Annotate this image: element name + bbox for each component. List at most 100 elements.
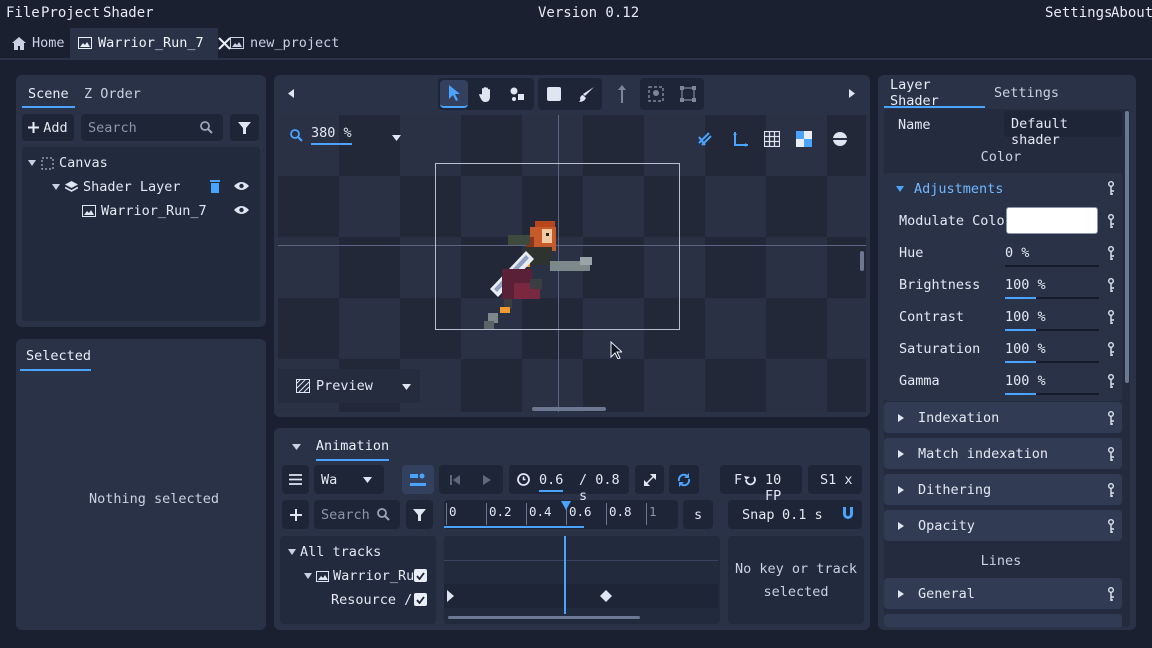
- gamma-slider[interactable]: [1005, 393, 1099, 395]
- brightness-value[interactable]: 100 %: [1005, 277, 1046, 293]
- section-dithering[interactable]: Dithering: [884, 474, 1122, 505]
- filter-button[interactable]: [230, 114, 259, 141]
- vertical-scrollbar[interactable]: [860, 251, 864, 271]
- tab-zorder[interactable]: Z Order: [78, 81, 147, 107]
- track-warrior-checkbox[interactable]: [414, 569, 427, 582]
- adjustments-header[interactable]: Adjustments: [896, 181, 1003, 197]
- gamma-value[interactable]: 100 %: [1005, 373, 1046, 389]
- background-icon[interactable]: [832, 131, 848, 147]
- menu-about[interactable]: About: [1111, 5, 1152, 21]
- checkerboard-icon[interactable]: [796, 131, 812, 147]
- brush-tool-button[interactable]: [572, 80, 600, 108]
- contrast-slider[interactable]: [1005, 329, 1099, 331]
- collapse-icon[interactable]: [292, 444, 301, 450]
- tab-scene[interactable]: Scene: [22, 81, 75, 108]
- speed-field[interactable]: S1 x: [808, 465, 862, 494]
- tree-item-shader-layer[interactable]: Shader Layer: [52, 179, 181, 195]
- horizontal-scrollbar[interactable]: [532, 407, 606, 411]
- tree-item-warrior[interactable]: Warrior_Run_7: [82, 203, 207, 219]
- select-tool-button[interactable]: [440, 80, 468, 108]
- keyframe-key-icon[interactable]: [1108, 483, 1114, 497]
- chevron-down-icon[interactable]: [402, 384, 411, 390]
- section-next-cutoff[interactable]: [884, 614, 1122, 627]
- keyframe-key-icon[interactable]: [1108, 374, 1114, 388]
- section-indexation[interactable]: Indexation: [884, 402, 1122, 433]
- onion-skin-icon[interactable]: [697, 131, 713, 147]
- track-keyframes[interactable]: [444, 536, 720, 624]
- canvas-viewport[interactable]: 380 % Preview: [278, 115, 866, 412]
- keyframe-key-icon[interactable]: [1108, 411, 1114, 425]
- tree-item-canvas[interactable]: Canvas: [28, 155, 108, 171]
- hue-slider[interactable]: [1005, 265, 1099, 267]
- add-button[interactable]: Add: [22, 114, 74, 141]
- track-filter-button[interactable]: [406, 500, 433, 529]
- keyframe-key-icon[interactable]: [1108, 587, 1114, 601]
- modulate-color-swatch[interactable]: [1006, 207, 1098, 234]
- saturation-value[interactable]: 100 %: [1005, 341, 1046, 357]
- menu-shader[interactable]: Shader: [103, 5, 154, 21]
- keyframe-key-icon[interactable]: [1108, 310, 1114, 324]
- timeline-ruler[interactable]: 0 0.2 0.4 0.6 0.8 1: [444, 500, 678, 529]
- current-time-value[interactable]: 0.6: [539, 472, 564, 492]
- warrior-sprite[interactable]: [480, 217, 600, 329]
- tab-home[interactable]: Home: [4, 28, 73, 58]
- pan-tool-button[interactable]: [472, 80, 500, 108]
- rect-tool-button[interactable]: [540, 80, 568, 108]
- bone-tool-button[interactable]: [504, 80, 532, 108]
- shader-name-input[interactable]: Default shader: [1004, 111, 1122, 148]
- menu-file[interactable]: File: [6, 5, 40, 21]
- tab-shader-settings[interactable]: Settings: [988, 80, 1065, 106]
- playhead-marker-icon[interactable]: [561, 501, 571, 510]
- keyframe-key-icon[interactable]: [1108, 342, 1114, 356]
- menu-settings[interactable]: Settings: [1045, 5, 1112, 21]
- visibility-icon[interactable]: [234, 181, 249, 191]
- fps-field[interactable]: F 10 FP: [720, 465, 802, 504]
- saturation-slider[interactable]: [1005, 361, 1099, 363]
- to-start-button[interactable]: [440, 465, 470, 494]
- keyframe-key-icon[interactable]: [1108, 447, 1114, 461]
- track-resource-checkbox[interactable]: [414, 593, 427, 606]
- preview-dropdown[interactable]: Preview: [296, 378, 373, 394]
- scroll-left-icon[interactable]: [288, 89, 294, 98]
- time-field[interactable]: 0.6 / 0.8 s: [509, 465, 629, 504]
- play-button[interactable]: [472, 465, 502, 494]
- keyframe-icon[interactable]: [600, 590, 612, 602]
- keyframe-key-icon[interactable]: [1108, 214, 1114, 228]
- magnet-icon[interactable]: [841, 507, 855, 521]
- shader-scrollbar[interactable]: [1125, 111, 1129, 383]
- section-match-indexation[interactable]: Match indexation: [884, 438, 1122, 469]
- tab-selected[interactable]: Selected: [20, 343, 91, 371]
- keyframe-key-icon[interactable]: [1108, 278, 1114, 292]
- hue-value[interactable]: 0 %: [1005, 245, 1029, 261]
- tab-warrior-run[interactable]: Warrior_Run_7: [70, 28, 231, 58]
- deform-tool-button[interactable]: [674, 80, 702, 108]
- keyframe-key-icon[interactable]: [1108, 181, 1114, 195]
- add-track-button[interactable]: [282, 500, 309, 529]
- mesh-tool-button[interactable]: [642, 80, 670, 108]
- tab-layer-shader[interactable]: Layer Shader: [884, 77, 985, 109]
- keyframe-key-icon[interactable]: [1108, 246, 1114, 260]
- axes-icon[interactable]: [733, 131, 749, 147]
- grid-icon[interactable]: [764, 131, 780, 147]
- snap-field[interactable]: Snap 0.1 s: [728, 500, 862, 529]
- zoom-dropdown-icon[interactable]: [392, 135, 401, 141]
- loop-button[interactable]: [669, 465, 699, 494]
- track-all[interactable]: All tracks: [288, 544, 381, 560]
- tab-new-project[interactable]: new_project: [222, 28, 347, 58]
- zoom-value[interactable]: 380 %: [311, 125, 352, 145]
- track-resource-label[interactable]: Resource /: [331, 592, 412, 608]
- section-opacity[interactable]: Opacity: [884, 510, 1122, 541]
- animation-select[interactable]: Wa: [314, 465, 384, 494]
- scene-search-input[interactable]: Search: [81, 114, 223, 141]
- track-search-input[interactable]: Search: [314, 500, 400, 529]
- fit-button[interactable]: [635, 465, 664, 494]
- timeline-scrollbar[interactable]: [448, 616, 640, 619]
- menu-project[interactable]: Project: [41, 5, 100, 21]
- scroll-right-icon[interactable]: [849, 89, 855, 98]
- zoom-control[interactable]: 380 %: [290, 125, 352, 145]
- section-general[interactable]: General: [884, 578, 1122, 609]
- track-warrior[interactable]: Warrior_Ru: [304, 568, 414, 584]
- record-button[interactable]: [402, 465, 434, 494]
- visibility-icon[interactable]: [234, 205, 249, 215]
- delete-icon[interactable]: [210, 180, 220, 193]
